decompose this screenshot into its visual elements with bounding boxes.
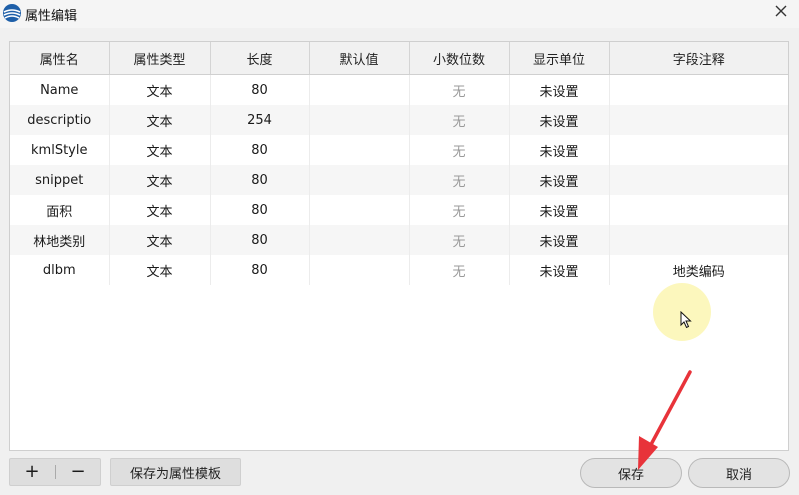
plus-icon: + [24,461,40,482]
save-button[interactable]: 保存 [580,458,682,488]
cell-type[interactable]: 文本 [109,165,211,195]
cell-decimals[interactable]: 无 [409,255,510,285]
column-header-comment[interactable]: 字段注释 [609,42,788,75]
minus-icon: − [70,461,86,482]
cell-decimals[interactable]: 无 [409,74,510,105]
cell-unit[interactable]: 未设置 [509,225,610,255]
cell-unit[interactable]: 未设置 [509,74,610,105]
cell-type[interactable]: 文本 [109,105,211,135]
save-as-template-button[interactable]: 保存为属性模板 [110,458,241,486]
cancel-button[interactable]: 取消 [688,458,790,488]
mouse-pointer-icon [680,310,692,329]
cell-name[interactable]: snippet [10,165,110,195]
column-header-unit[interactable]: 显示单位 [509,42,610,75]
column-header-length[interactable]: 长度 [210,42,310,75]
cell-type[interactable]: 文本 [109,135,211,165]
cell-name[interactable]: kmlStyle [10,135,110,165]
cell-decimals[interactable]: 无 [409,105,510,135]
cell-default[interactable] [309,225,410,255]
cell-decimals[interactable]: 无 [409,135,510,165]
cell-default[interactable] [309,165,410,195]
column-header-name[interactable]: 属性名 [10,42,110,75]
cell-comment[interactable] [609,225,788,255]
table-row[interactable]: snippet 文本 80 无 未设置 [10,165,788,195]
cell-name[interactable]: 面积 [10,195,110,225]
cell-name[interactable]: 林地类别 [10,225,110,255]
cell-unit[interactable]: 未设置 [509,165,610,195]
cell-length[interactable]: 80 [210,165,310,195]
cell-type[interactable]: 文本 [109,74,211,105]
cell-type[interactable]: 文本 [109,225,211,255]
add-remove-group: + − [9,458,101,486]
cell-default[interactable] [309,105,410,135]
cell-default[interactable] [309,255,410,285]
cell-default[interactable] [309,135,410,165]
cell-comment[interactable] [609,105,788,135]
cell-name[interactable]: dlbm [10,255,110,285]
column-header-type[interactable]: 属性类型 [109,42,211,75]
bottom-toolbar: + − 保存为属性模板 保存 取消 [0,455,799,495]
add-row-button[interactable]: + [10,459,54,485]
cell-comment[interactable]: 地类编码 [609,255,788,285]
column-header-default[interactable]: 默认值 [309,42,410,75]
cell-comment[interactable] [609,165,788,195]
table-row[interactable]: Name 文本 80 无 未设置 [10,74,788,106]
cell-unit[interactable]: 未设置 [509,135,610,165]
table-row[interactable]: descriptio 文本 254 无 未设置 [10,105,788,135]
close-icon [775,5,787,21]
app-logo-icon [2,3,22,23]
cell-default[interactable] [309,195,410,225]
cell-default[interactable] [309,74,410,105]
table-header-row: 属性名 属性类型 长度 默认值 小数位数 显示单位 字段注释 [10,42,788,75]
column-header-decimals[interactable]: 小数位数 [409,42,510,75]
cell-unit[interactable]: 未设置 [509,105,610,135]
cell-type[interactable]: 文本 [109,255,211,285]
attribute-table: 属性名 属性类型 长度 默认值 小数位数 显示单位 字段注释 Name 文本 8… [9,41,789,451]
cell-decimals[interactable]: 无 [409,225,510,255]
cell-length[interactable]: 254 [210,105,310,135]
table-row[interactable]: dlbm 文本 80 无 未设置 地类编码 [10,255,788,285]
close-button[interactable] [769,2,793,24]
remove-row-button[interactable]: − [56,459,100,485]
cell-unit[interactable]: 未设置 [509,255,610,285]
window-title: 属性编辑 [25,9,78,24]
table-row[interactable]: 面积 文本 80 无 未设置 [10,195,788,225]
cell-length[interactable]: 80 [210,135,310,165]
table-row[interactable]: 林地类别 文本 80 无 未设置 [10,225,788,255]
cell-length[interactable]: 80 [210,255,310,285]
cell-decimals[interactable]: 无 [409,195,510,225]
cell-length[interactable]: 80 [210,225,310,255]
cell-comment[interactable] [609,75,788,106]
cell-unit[interactable]: 未设置 [509,195,610,225]
cell-name[interactable]: Name [10,74,110,105]
cell-comment[interactable] [609,135,788,165]
cell-name[interactable]: descriptio [10,105,110,135]
cell-type[interactable]: 文本 [109,195,211,225]
cell-comment[interactable] [609,195,788,225]
title-bar: 属性编辑 [0,0,799,28]
cell-decimals[interactable]: 无 [409,165,510,195]
table-row[interactable]: kmlStyle 文本 80 无 未设置 [10,135,788,165]
cell-length[interactable]: 80 [210,74,310,105]
cell-length[interactable]: 80 [210,195,310,225]
